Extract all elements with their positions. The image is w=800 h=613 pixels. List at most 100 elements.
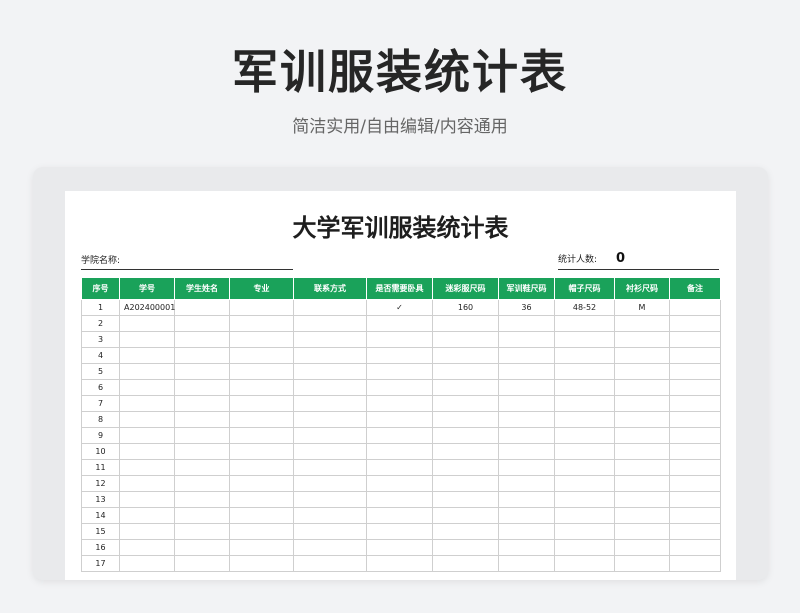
col-hat-size-cell[interactable]: [554, 459, 615, 476]
col-shoe-size-cell[interactable]: [498, 555, 555, 572]
col-hat-size-cell[interactable]: [554, 475, 615, 492]
col-camo-size-cell[interactable]: [432, 539, 499, 556]
col-student-id-cell[interactable]: [119, 411, 175, 428]
col-student-id-cell[interactable]: [119, 363, 175, 380]
col-camo-size-cell[interactable]: [432, 459, 499, 476]
col-student-id-cell[interactable]: [119, 347, 175, 364]
col-bedding-cell[interactable]: [366, 363, 433, 380]
col-student-name-cell[interactable]: [174, 411, 230, 428]
col-remarks-cell[interactable]: [669, 347, 721, 364]
col-major-cell[interactable]: [229, 379, 294, 396]
col-student-name-cell[interactable]: [174, 539, 230, 556]
col-bedding-cell[interactable]: [366, 427, 433, 444]
col-hat-size-cell[interactable]: [554, 331, 615, 348]
col-remarks-cell[interactable]: [669, 363, 721, 380]
col-shoe-size-cell[interactable]: [498, 379, 555, 396]
col-hat-size-cell[interactable]: [554, 379, 615, 396]
col-bedding-cell[interactable]: [366, 555, 433, 572]
col-camo-size-cell[interactable]: [432, 395, 499, 412]
col-index-cell[interactable]: 12: [81, 475, 120, 492]
col-student-id-cell[interactable]: [119, 523, 175, 540]
col-hat-size-cell[interactable]: [554, 395, 615, 412]
col-bedding-cell[interactable]: [366, 491, 433, 508]
col-student-name-cell[interactable]: [174, 555, 230, 572]
col-student-id-cell[interactable]: [119, 379, 175, 396]
col-student-name-cell[interactable]: [174, 347, 230, 364]
col-contact-cell[interactable]: [293, 363, 367, 380]
col-major-cell[interactable]: [229, 411, 294, 428]
col-shirt-size-cell[interactable]: [614, 555, 670, 572]
col-shoe-size-cell[interactable]: [498, 363, 555, 380]
col-student-id-cell[interactable]: [119, 331, 175, 348]
col-student-id-cell[interactable]: [119, 539, 175, 556]
col-remarks-cell[interactable]: [669, 491, 721, 508]
col-shirt-size-cell[interactable]: [614, 539, 670, 556]
col-student-name-cell[interactable]: [174, 315, 230, 332]
col-remarks-cell[interactable]: [669, 555, 721, 572]
col-shirt-size-cell[interactable]: [614, 411, 670, 428]
col-contact-cell[interactable]: [293, 539, 367, 556]
student-count-field[interactable]: 统计人数: 0: [558, 252, 719, 270]
col-bedding-cell[interactable]: ✓: [366, 299, 433, 316]
col-hat-size-cell[interactable]: [554, 507, 615, 524]
col-camo-size-cell[interactable]: [432, 491, 499, 508]
col-student-name-cell[interactable]: [174, 395, 230, 412]
col-remarks-cell[interactable]: [669, 475, 721, 492]
col-remarks-cell[interactable]: [669, 443, 721, 460]
col-student-name-cell[interactable]: [174, 523, 230, 540]
col-remarks-cell[interactable]: [669, 411, 721, 428]
col-shirt-size-cell[interactable]: [614, 363, 670, 380]
col-contact-cell[interactable]: [293, 523, 367, 540]
col-student-name-cell[interactable]: [174, 331, 230, 348]
col-camo-size-cell[interactable]: 160: [432, 299, 499, 316]
col-contact-cell[interactable]: [293, 443, 367, 460]
col-major-cell[interactable]: [229, 523, 294, 540]
col-shirt-size-cell[interactable]: [614, 379, 670, 396]
col-camo-size-cell[interactable]: [432, 315, 499, 332]
col-contact-cell[interactable]: [293, 475, 367, 492]
col-major-cell[interactable]: [229, 331, 294, 348]
col-camo-size-cell[interactable]: [432, 443, 499, 460]
col-index-cell[interactable]: 4: [81, 347, 120, 364]
col-bedding-cell[interactable]: [366, 507, 433, 524]
col-index-cell[interactable]: 9: [81, 427, 120, 444]
col-student-name-cell[interactable]: [174, 475, 230, 492]
col-shoe-size-cell[interactable]: [498, 331, 555, 348]
col-shoe-size-cell[interactable]: [498, 475, 555, 492]
col-hat-size-cell[interactable]: [554, 555, 615, 572]
col-shoe-size-cell[interactable]: [498, 507, 555, 524]
col-camo-size-cell[interactable]: [432, 507, 499, 524]
col-bedding-cell[interactable]: [366, 475, 433, 492]
col-shoe-size-cell[interactable]: [498, 491, 555, 508]
col-bedding-cell[interactable]: [366, 459, 433, 476]
col-index-cell[interactable]: 10: [81, 443, 120, 460]
col-remarks-cell[interactable]: [669, 459, 721, 476]
college-name-field[interactable]: 学院名称:: [81, 255, 293, 270]
col-remarks-cell[interactable]: [669, 315, 721, 332]
col-index-cell[interactable]: 1: [81, 299, 120, 316]
col-shirt-size-cell[interactable]: [614, 331, 670, 348]
col-index-cell[interactable]: 6: [81, 379, 120, 396]
col-remarks-cell[interactable]: [669, 507, 721, 524]
col-remarks-cell[interactable]: [669, 539, 721, 556]
col-index-cell[interactable]: 14: [81, 507, 120, 524]
col-remarks-cell[interactable]: [669, 427, 721, 444]
col-student-id-cell[interactable]: [119, 459, 175, 476]
col-contact-cell[interactable]: [293, 379, 367, 396]
col-index-cell[interactable]: 5: [81, 363, 120, 380]
col-contact-cell[interactable]: [293, 507, 367, 524]
col-student-name-cell[interactable]: [174, 459, 230, 476]
col-student-name-cell[interactable]: [174, 299, 230, 316]
col-index-cell[interactable]: 17: [81, 555, 120, 572]
col-student-name-cell[interactable]: [174, 491, 230, 508]
col-camo-size-cell[interactable]: [432, 331, 499, 348]
col-hat-size-cell[interactable]: [554, 443, 615, 460]
col-shirt-size-cell[interactable]: M: [614, 299, 670, 316]
col-shoe-size-cell[interactable]: [498, 347, 555, 364]
col-index-cell[interactable]: 7: [81, 395, 120, 412]
col-major-cell[interactable]: [229, 315, 294, 332]
col-index-cell[interactable]: 8: [81, 411, 120, 428]
col-major-cell[interactable]: [229, 363, 294, 380]
col-camo-size-cell[interactable]: [432, 411, 499, 428]
col-shirt-size-cell[interactable]: [614, 459, 670, 476]
